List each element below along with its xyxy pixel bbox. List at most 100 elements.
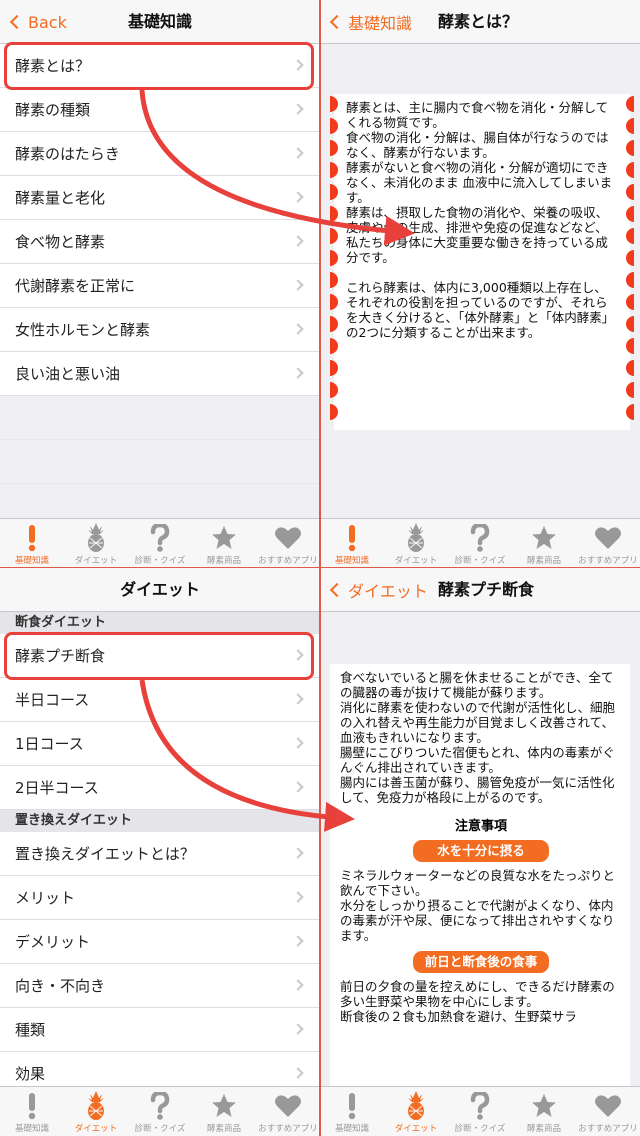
list-item[interactable]: メリット bbox=[0, 876, 320, 920]
list-item[interactable]: 酵素のはたらき bbox=[0, 132, 320, 176]
tab-label: 基礎知識 bbox=[14, 556, 49, 566]
list-item[interactable]: 置き換えダイエットとは？ bbox=[0, 832, 320, 876]
list-item[interactable]: 種類 bbox=[0, 1008, 320, 1052]
section-header: 断食ダイエット bbox=[0, 612, 320, 634]
tab-quiz[interactable]: 診断・クイズ bbox=[128, 1087, 192, 1136]
chevron-left-icon bbox=[329, 582, 345, 598]
list-item-label: 酵素量と老化 bbox=[15, 189, 106, 207]
chevron-right-icon bbox=[292, 191, 304, 203]
heart-icon bbox=[594, 1090, 622, 1122]
chevron-right-icon bbox=[292, 737, 304, 749]
tab-products[interactable]: 酵素商品 bbox=[512, 519, 576, 568]
list-item[interactable]: 酵素量と老化 bbox=[0, 176, 320, 220]
tab-products[interactable]: 酵素商品 bbox=[512, 1087, 576, 1136]
tab-label: 酵素商品 bbox=[206, 556, 241, 566]
navigation-bar: ダイエット bbox=[0, 568, 320, 612]
list-item-label: 置き換えダイエットとは？ bbox=[15, 845, 195, 863]
star-icon bbox=[531, 1090, 557, 1122]
tab-bar: 基礎知識 ダイエット 診断・クイズ 酵素商品 おすすめアプリ bbox=[320, 1086, 640, 1136]
tab-label: 診断・クイズ bbox=[134, 556, 186, 566]
page-title: 酵素とは？ bbox=[438, 12, 519, 31]
list-item-label: 酵素のはたらき bbox=[15, 145, 120, 163]
tab-bar: 基礎知識 ダイエット 診断・クイズ 酵素商品 おすすめアプリ bbox=[320, 518, 640, 568]
list-item-label: 1日コース bbox=[15, 735, 84, 753]
diet-list: 断食ダイエット 酵素プチ断食 半日コース 1日コース 2日半コース 置き換えダイ… bbox=[0, 612, 320, 1096]
tab-quiz[interactable]: 診断・クイズ bbox=[448, 519, 512, 568]
tab-label: ダイエット bbox=[394, 556, 438, 566]
question-icon bbox=[150, 522, 170, 554]
navigation-bar: Back 基礎知識 bbox=[0, 0, 320, 44]
list-item[interactable]: 1日コース bbox=[0, 722, 320, 766]
tab-label: 酵素商品 bbox=[206, 1124, 241, 1134]
tab-label: 酵素商品 bbox=[526, 1124, 561, 1134]
list-item[interactable]: 食べ物と酵素 bbox=[0, 220, 320, 264]
pineapple-icon bbox=[405, 1090, 427, 1122]
tab-basics[interactable]: 基礎知識 bbox=[320, 519, 384, 568]
empty-row bbox=[0, 396, 320, 440]
tab-recommended-apps[interactable]: おすすめアプリ bbox=[256, 519, 320, 568]
tab-diet[interactable]: ダイエット bbox=[64, 519, 128, 568]
tab-basics[interactable]: 基礎知識 bbox=[0, 1087, 64, 1136]
chevron-right-icon bbox=[292, 979, 304, 991]
chevron-right-icon bbox=[292, 279, 304, 291]
star-icon bbox=[211, 522, 237, 554]
section-header: 置き換えダイエット bbox=[0, 810, 320, 832]
meal-advice-text: 前日の夕食の量を控えめにし、できるだけ酵素の多い生野菜や果物を中心にします。 断… bbox=[340, 979, 615, 1024]
pineapple-icon bbox=[85, 1090, 107, 1122]
highlight-box-fasting-item bbox=[4, 632, 314, 680]
content-card: 食べないでいると腸を休ませることができ、全ての臓器の毒が抜けて機能が蘇ります。 … bbox=[330, 664, 630, 1086]
tab-quiz[interactable]: 診断・クイズ bbox=[128, 519, 192, 568]
star-icon bbox=[211, 1090, 237, 1122]
enzyme-description: 酵素とは、主に腸内で食べ物を消化・分解してくれる物質です。 食べ物の消化・分解は… bbox=[346, 100, 613, 265]
tab-basics[interactable]: 基礎知識 bbox=[320, 1087, 384, 1136]
tab-label: 基礎知識 bbox=[14, 1124, 49, 1134]
tab-recommended-apps[interactable]: おすすめアプリ bbox=[576, 519, 640, 568]
tab-basics[interactable]: 基礎知識 bbox=[0, 519, 64, 568]
list-item-label: 食べ物と酵素 bbox=[15, 233, 106, 251]
back-button[interactable]: 基礎知識 bbox=[328, 0, 412, 44]
list-item-label: 2日半コース bbox=[15, 779, 99, 797]
page-title: ダイエット bbox=[120, 580, 200, 599]
list-item-label: 種類 bbox=[15, 1021, 46, 1039]
list-item[interactable]: 良い油と悪い油 bbox=[0, 352, 320, 396]
list-item-label: 代謝酵素を正常に bbox=[15, 277, 136, 295]
list-item[interactable]: 半日コース bbox=[0, 678, 320, 722]
tab-label: 診断・クイズ bbox=[454, 556, 506, 566]
list-item[interactable]: 酵素の種類 bbox=[0, 88, 320, 132]
chevron-right-icon bbox=[292, 323, 304, 335]
water-advice-text: ミネラルウォーターなどの良質な水をたっぷりと飲んで下さい。 水分をしっかり摂るこ… bbox=[340, 868, 616, 943]
heart-icon bbox=[274, 522, 302, 554]
exclamation-icon bbox=[345, 1090, 359, 1122]
list-item-label: 半日コース bbox=[15, 691, 90, 709]
list-item[interactable]: 向き・不向き bbox=[0, 964, 320, 1008]
panel-enzyme-detail: 基礎知識 酵素とは？ 酵素とは、主に腸内で食べ物を消化・分解してくれる物質です。… bbox=[320, 0, 640, 568]
tab-recommended-apps[interactable]: おすすめアプリ bbox=[256, 1087, 320, 1136]
exclamation-icon bbox=[25, 522, 39, 554]
tab-diet[interactable]: ダイエット bbox=[64, 1087, 128, 1136]
back-button-label: 基礎知識 bbox=[348, 14, 413, 33]
list-item[interactable]: 2日半コース bbox=[0, 766, 320, 810]
tab-recommended-apps[interactable]: おすすめアプリ bbox=[576, 1087, 640, 1136]
chevron-right-icon bbox=[292, 1023, 304, 1035]
tab-label: 基礎知識 bbox=[334, 1124, 369, 1134]
tab-diet[interactable]: ダイエット bbox=[384, 519, 448, 568]
tab-quiz[interactable]: 診断・クイズ bbox=[448, 1087, 512, 1136]
chevron-right-icon bbox=[292, 935, 304, 947]
tab-products[interactable]: 酵素商品 bbox=[192, 519, 256, 568]
tab-label: ダイエット bbox=[74, 1124, 118, 1134]
tab-diet[interactable]: ダイエット bbox=[384, 1087, 448, 1136]
chevron-right-icon bbox=[292, 1067, 304, 1079]
page-title: 基礎知識 bbox=[127, 12, 192, 31]
tab-label: 基礎知識 bbox=[334, 556, 369, 566]
list-item[interactable]: 代謝酵素を正常に bbox=[0, 264, 320, 308]
tab-products[interactable]: 酵素商品 bbox=[192, 1087, 256, 1136]
pineapple-icon bbox=[85, 522, 107, 554]
back-button[interactable]: ダイエット bbox=[328, 568, 428, 612]
chevron-right-icon bbox=[292, 781, 304, 793]
list-item[interactable]: デメリット bbox=[0, 920, 320, 964]
list-item[interactable]: 女性ホルモンと酵素 bbox=[0, 308, 320, 352]
heart-icon bbox=[594, 522, 622, 554]
chevron-right-icon bbox=[292, 693, 304, 705]
page-title: 酵素プチ断食 bbox=[438, 580, 535, 599]
list-item-label: 向き・不向き bbox=[15, 977, 106, 995]
